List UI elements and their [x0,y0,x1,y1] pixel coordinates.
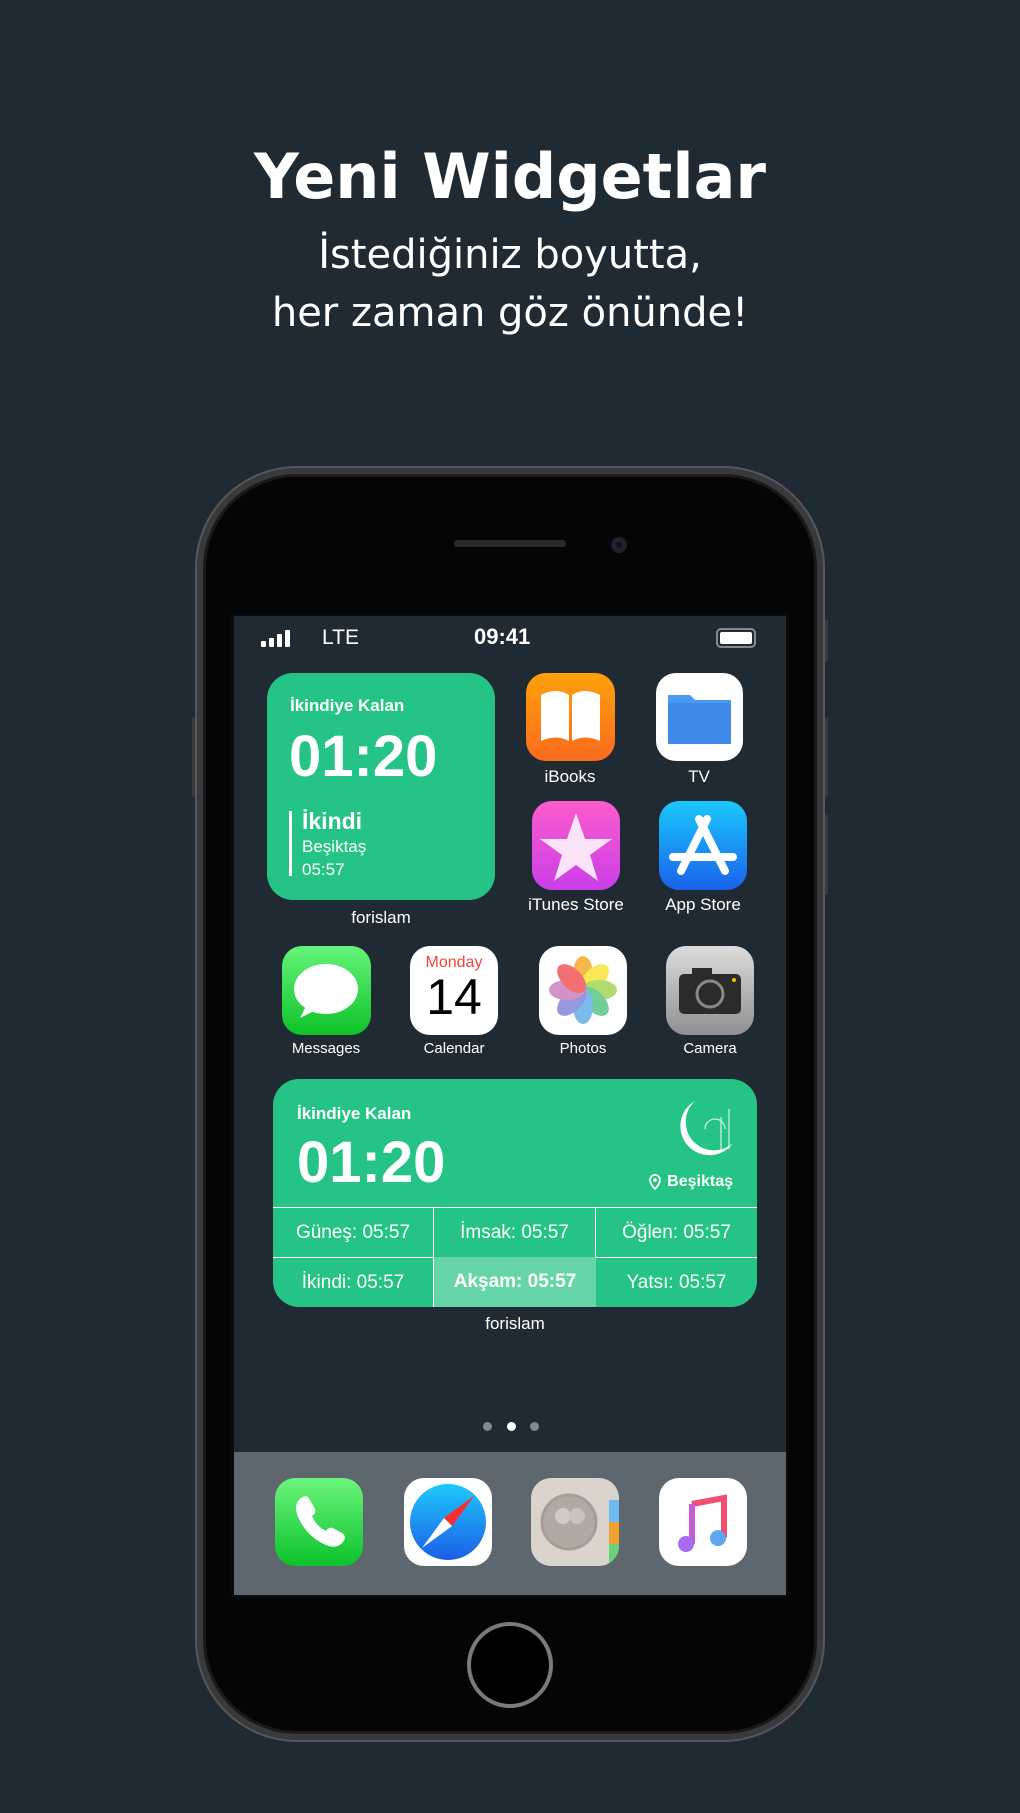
prayer-time-cell: İkindi: 05:57 [273,1257,434,1307]
music-note-icon [678,1494,727,1552]
app-label: TV [688,767,710,786]
app-store-icon [669,815,737,875]
location-pin-icon [649,1174,662,1190]
app-label: Calendar [423,1040,485,1057]
home-button[interactable] [467,1622,553,1708]
page-dot[interactable] [530,1422,539,1431]
widget-app-label: forislam [485,1314,545,1333]
location: Beşiktaş [302,837,367,856]
app-label: Photos [559,1040,607,1057]
prayer-time-cell: Öğlen: 05:57 [596,1207,757,1257]
widget-heading: İkindiye Kalan [290,696,405,715]
contacts-icon [540,1493,619,1566]
app-label: iBooks [544,767,596,786]
music-app[interactable] [659,1478,747,1566]
prayer-time-cell-highlighted: Akşam: 05:57 [434,1257,596,1307]
countdown: 01:20 [289,724,438,789]
front-camera [611,537,627,553]
large-prayer-widget[interactable]: İkindiye Kalan 01:20 Beşiktaş Güneş: 05:… [273,1079,757,1307]
headline-title: Yeni Widgetlar [254,140,766,213]
prayer-time: 05:57 [302,860,345,879]
safari-app[interactable] [404,1478,492,1566]
signal-bars-icon [261,630,290,647]
app-label: iTunes Store [528,895,624,914]
contacts-app[interactable] [531,1478,619,1566]
itunes-store-app[interactable] [532,801,620,890]
divider [289,811,292,876]
home-screen: LTE 09:41 İkindiye Kalan 01:20 İkindi Be… [231,613,789,1598]
prayer-time-cell: İmsak: 05:57 [434,1207,596,1257]
clock: 09:41 [474,624,531,649]
safari-compass-icon [410,1484,486,1560]
flower-icon [549,956,617,1024]
widget-app-label: forislam [351,908,411,927]
prayer-time-cell: Yatsı: 05:57 [596,1257,757,1307]
photos-app[interactable] [539,946,627,1035]
speech-bubble-icon [294,964,358,1018]
prayer-time-cell: Güneş: 05:57 [273,1207,434,1257]
page-dot[interactable] [483,1422,492,1431]
messages-app[interactable] [282,946,371,1035]
earpiece [454,540,566,547]
app-store-app[interactable] [659,801,747,890]
app-label: Messages [291,1040,361,1057]
folder-icon [668,695,731,744]
network-type: LTE [322,626,359,649]
book-icon [541,691,600,741]
camera-icon [679,968,741,1014]
phone-app[interactable] [275,1478,363,1566]
prayer-name: İkindi [302,808,363,834]
calendar-app[interactable]: Monday 14 [410,946,498,1035]
location: Beşiktaş [648,1173,733,1191]
headline-subtitle-line2: her zaman göz önünde! [271,290,749,336]
calendar-day-number: 14 [426,969,482,1025]
small-prayer-widget[interactable]: İkindiye Kalan 01:20 İkindi Beşiktaş 05:… [267,673,495,900]
page-dot-active[interactable] [507,1422,516,1431]
app-label: Camera [683,1040,737,1057]
headline-subtitle-line1: İstediğiniz boyutta, [318,232,702,278]
phone-icon [296,1496,345,1547]
camera-app[interactable] [666,946,754,1035]
location-name: Beşiktaş [667,1173,733,1190]
widget-heading: İkindiye Kalan [297,1104,412,1123]
dock [234,1452,786,1595]
app-label: App Store [665,895,741,914]
tv-app[interactable] [656,673,743,761]
crescent-mosque-icon [680,1101,733,1156]
battery-icon [716,628,756,648]
ibooks-app[interactable] [526,673,615,761]
star-icon [540,813,612,881]
countdown: 01:20 [297,1130,446,1195]
